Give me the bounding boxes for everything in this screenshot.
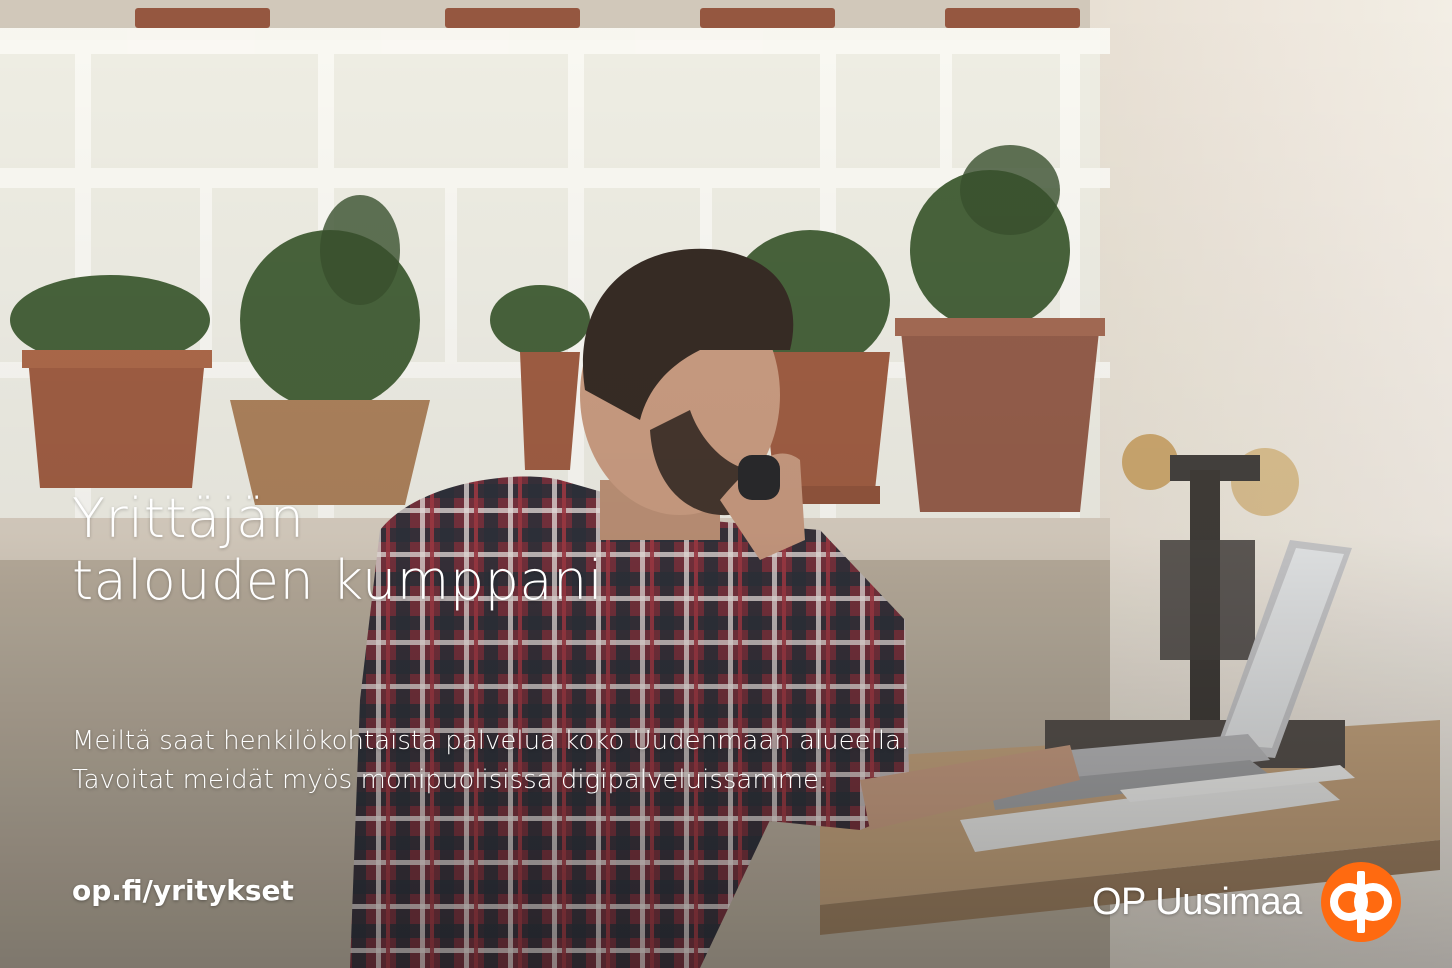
headline-line-1: Yrittäjän (72, 487, 305, 550)
op-logo-icon (1320, 862, 1401, 942)
headline-line-2: talouden kumppani (72, 549, 604, 612)
body-text: Meiltä saat henkilökohtaista palvelua ko… (72, 722, 909, 800)
brand-name: OP Uusimaa (1092, 880, 1302, 923)
background-photo (0, 0, 1452, 968)
ad-banner: Yrittäjän talouden kumppani Meiltä saat … (0, 0, 1452, 968)
body-line-2: Tavoitat meidät myös monipuolisissa digi… (72, 765, 828, 795)
headline: Yrittäjän talouden kumppani (72, 488, 603, 612)
body-line-1: Meiltä saat henkilökohtaista palvelua ko… (72, 726, 910, 756)
website-link[interactable]: op.fi/yritykset (72, 874, 294, 907)
brand-lockup: OP Uusimaa (1092, 861, 1402, 943)
